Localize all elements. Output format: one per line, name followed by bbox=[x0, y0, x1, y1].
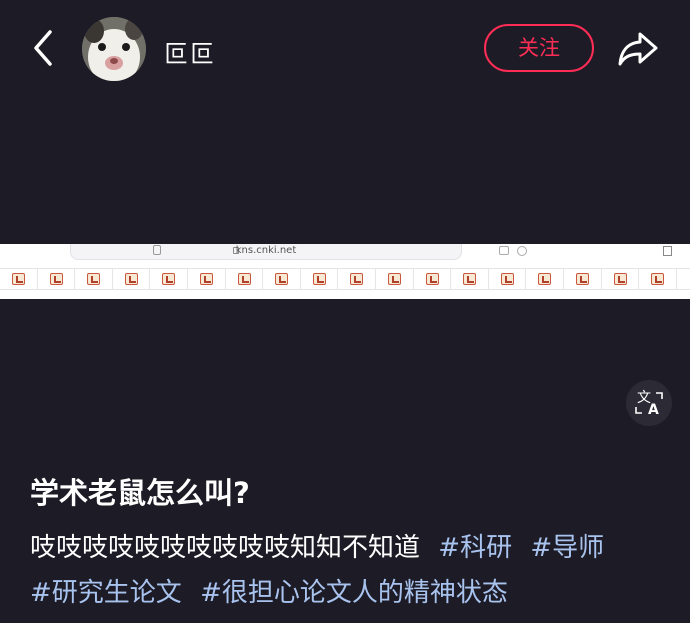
hashtag-research[interactable]: #科研 bbox=[438, 533, 512, 563]
share-arrow-icon bbox=[618, 32, 658, 66]
browser-tab bbox=[150, 269, 188, 289]
cnki-favicon-icon bbox=[387, 273, 401, 285]
hashtag-graduate-thesis[interactable]: #研究生论文 bbox=[30, 578, 182, 608]
svg-text:A: A bbox=[648, 402, 659, 418]
browser-tab-row bbox=[0, 268, 690, 290]
chevron-left-icon bbox=[34, 30, 52, 66]
cnki-favicon-icon bbox=[500, 273, 514, 285]
browser-url-bar: kns.cnki.net bbox=[70, 244, 527, 260]
cnki-favicon-icon bbox=[49, 273, 63, 285]
dog-avatar-image bbox=[82, 17, 146, 81]
username[interactable]: 叵叵 bbox=[164, 34, 216, 69]
browser-tab bbox=[338, 269, 376, 289]
cnki-favicon-icon bbox=[199, 273, 213, 285]
browser-tab bbox=[602, 269, 640, 289]
cnki-favicon-icon bbox=[87, 273, 101, 285]
reload-icon bbox=[517, 246, 527, 256]
cnki-favicon-icon bbox=[350, 273, 364, 285]
back-button[interactable] bbox=[28, 28, 60, 68]
cnki-favicon-icon bbox=[463, 273, 477, 285]
post-text: 吱吱吱吱吱吱吱吱吱吱知知不知道 bbox=[30, 533, 421, 563]
cnki-favicon-icon bbox=[237, 273, 251, 285]
share-page-icon bbox=[663, 246, 672, 256]
browser-tab bbox=[75, 269, 113, 289]
translate-button[interactable]: 文 A bbox=[626, 380, 672, 426]
browser-tab bbox=[113, 269, 151, 289]
browser-tab bbox=[38, 269, 76, 289]
browser-tab bbox=[188, 269, 226, 289]
avatar[interactable] bbox=[82, 17, 146, 81]
url-text: kns.cnki.net bbox=[235, 245, 297, 256]
browser-tab bbox=[526, 269, 564, 289]
cnki-favicon-icon bbox=[275, 273, 289, 285]
hashtag-mental-state[interactable]: #很担心论文人的精神状态 bbox=[200, 578, 508, 608]
browser-tab bbox=[451, 269, 489, 289]
share-button[interactable] bbox=[616, 28, 660, 68]
translate-icon: 文 A bbox=[635, 390, 663, 418]
browser-tab bbox=[301, 269, 339, 289]
browser-tab bbox=[226, 269, 264, 289]
top-bar: 叵叵 关注 bbox=[0, 0, 690, 96]
cnki-favicon-icon bbox=[538, 273, 552, 285]
browser-tab bbox=[376, 269, 414, 289]
cnki-favicon-icon bbox=[162, 273, 176, 285]
translate-page-icon bbox=[499, 246, 509, 255]
cnki-favicon-icon bbox=[124, 273, 138, 285]
hashtag-advisor[interactable]: #导师 bbox=[530, 533, 604, 563]
browser-tab bbox=[639, 269, 677, 289]
browser-tab bbox=[564, 269, 602, 289]
post-image[interactable]: kns.cnki.net bbox=[0, 244, 690, 299]
cnki-favicon-icon bbox=[12, 273, 25, 285]
cnki-favicon-icon bbox=[312, 273, 326, 285]
post-body: 吱吱吱吱吱吱吱吱吱吱知知不知道 #科研 #导师 #研究生论文 #很担心论文人的精… bbox=[30, 526, 670, 616]
cnki-favicon-icon bbox=[575, 273, 589, 285]
browser-tab bbox=[263, 269, 301, 289]
follow-button[interactable]: 关注 bbox=[484, 24, 594, 72]
browser-tab bbox=[489, 269, 527, 289]
post-title: 学术老鼠怎么叫? bbox=[30, 476, 250, 510]
cnki-favicon-icon bbox=[425, 273, 439, 285]
cnki-favicon-icon bbox=[613, 273, 627, 285]
browser-tab bbox=[0, 269, 38, 289]
cnki-favicon-icon bbox=[651, 273, 665, 285]
browser-tab bbox=[414, 269, 452, 289]
